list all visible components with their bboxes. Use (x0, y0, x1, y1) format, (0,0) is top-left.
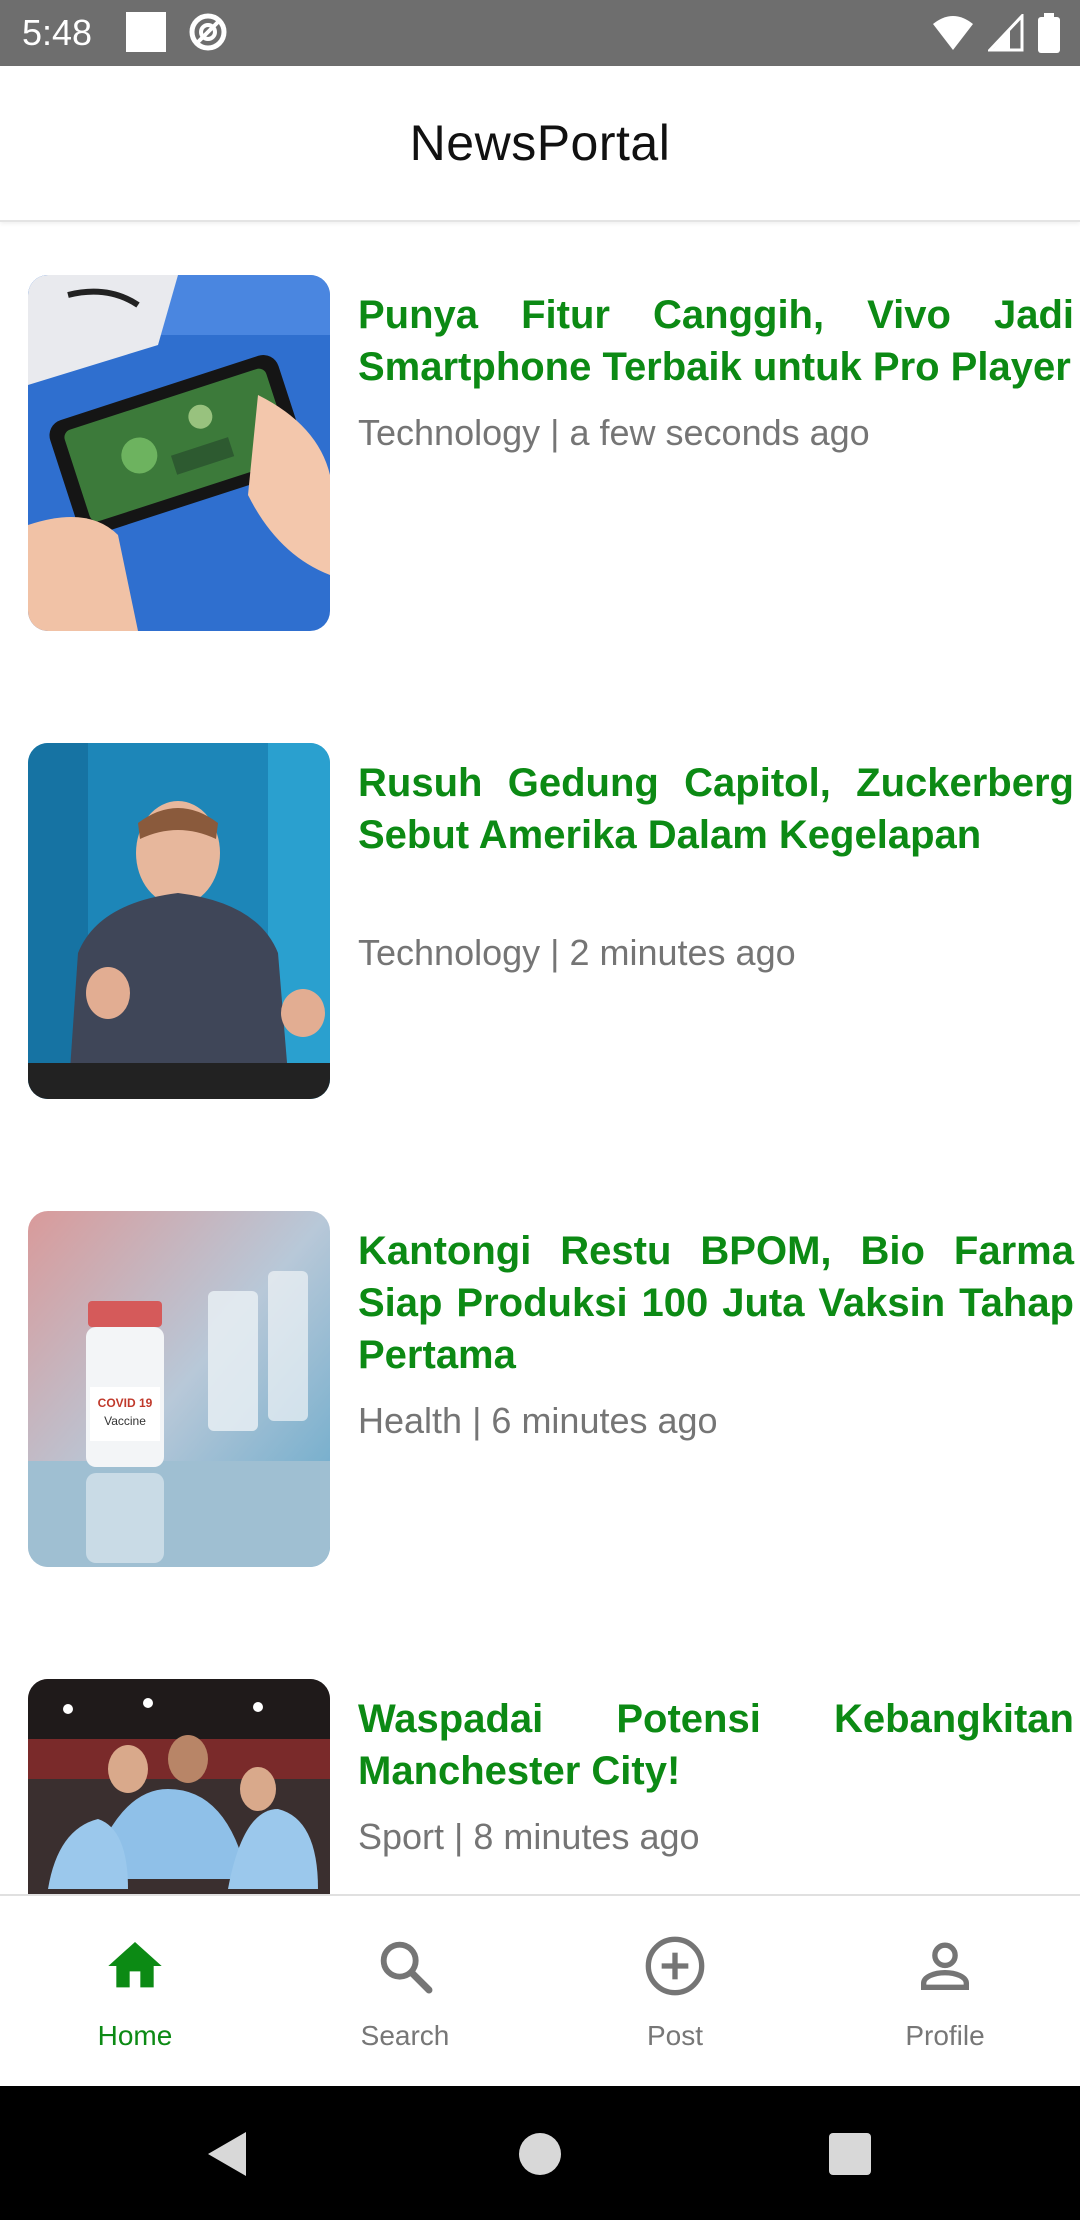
news-thumbnail[interactable] (28, 275, 330, 631)
bottom-navigation: Home Search Post Profile (0, 1894, 1080, 2088)
notification-icon (126, 12, 166, 52)
news-list[interactable]: Punya Fitur Canggih, Vivo Jadi Smartphon… (0, 222, 1080, 1894)
news-meta: Health | 6 minutes ago (358, 1400, 718, 1441)
signal-icon (988, 14, 1024, 52)
news-thumbnail[interactable] (28, 1679, 330, 1894)
news-thumbnail[interactable] (28, 743, 330, 1099)
news-meta: Technology | a few seconds ago (358, 412, 870, 453)
add-circle-icon (645, 1936, 705, 1996)
news-title[interactable]: Punya Fitur Canggih, Vivo Jadi Smartphon… (358, 289, 1074, 393)
speaker-portrait-photo (28, 743, 330, 1099)
home-icon (108, 1942, 162, 1988)
phone-gaming-photo (28, 275, 330, 631)
nav-label: Home (97, 2020, 173, 2051)
back-icon[interactable] (196, 2124, 256, 2184)
nav-search[interactable]: Search (270, 1896, 540, 2088)
nav-label: Search (360, 2020, 450, 2051)
news-meta: Sport | 8 minutes ago (358, 1816, 700, 1857)
news-item[interactable]: Waspadai Potensi Kebangkitan Manchester … (28, 1679, 1074, 1894)
news-title[interactable]: Rusuh Gedung Capitol, Zuckerberg Sebut A… (358, 757, 1074, 861)
wifi-icon (933, 16, 973, 50)
status-indicators (932, 12, 1060, 54)
news-item[interactable]: COVID 19 Vaccine Kantongi Restu BPOM, Bi… (28, 1211, 1074, 1571)
system-navigation-bar (0, 2086, 1080, 2220)
nav-profile[interactable]: Profile (810, 1896, 1080, 2088)
news-title[interactable]: Kantongi Restu BPOM, Bio Farma Siap Prod… (358, 1225, 1074, 1381)
battery-icon (1038, 13, 1060, 53)
nav-label: Profile (905, 2020, 985, 2051)
news-item[interactable]: Rusuh Gedung Capitol, Zuckerberg Sebut A… (28, 743, 1074, 1103)
news-item[interactable]: Punya Fitur Canggih, Vivo Jadi Smartphon… (28, 275, 1074, 635)
person-icon (921, 1942, 969, 1990)
vial-label: Vaccine (104, 1414, 146, 1428)
football-players-photo (28, 1679, 330, 1894)
status-time: 5:48 (22, 12, 93, 53)
home-button-icon[interactable] (510, 2124, 570, 2184)
app-bar: NewsPortal (0, 66, 1080, 222)
nav-home[interactable]: Home (0, 1896, 270, 2088)
search-icon (380, 1941, 433, 1994)
vial-label: COVID 19 (98, 1396, 153, 1410)
nav-post[interactable]: Post (540, 1896, 810, 2088)
recents-icon[interactable] (820, 2124, 880, 2184)
nav-label: Post (646, 2020, 704, 2051)
status-bar: 5:48 (0, 0, 1080, 66)
sync-icon (189, 13, 227, 51)
vaccine-vials-photo: COVID 19 Vaccine (28, 1211, 330, 1567)
news-thumbnail[interactable]: COVID 19 Vaccine (28, 1211, 330, 1567)
app-title: NewsPortal (409, 115, 671, 171)
news-meta: Technology | 2 minutes ago (358, 932, 796, 973)
news-title[interactable]: Waspadai Potensi Kebangkitan Manchester … (358, 1693, 1074, 1797)
